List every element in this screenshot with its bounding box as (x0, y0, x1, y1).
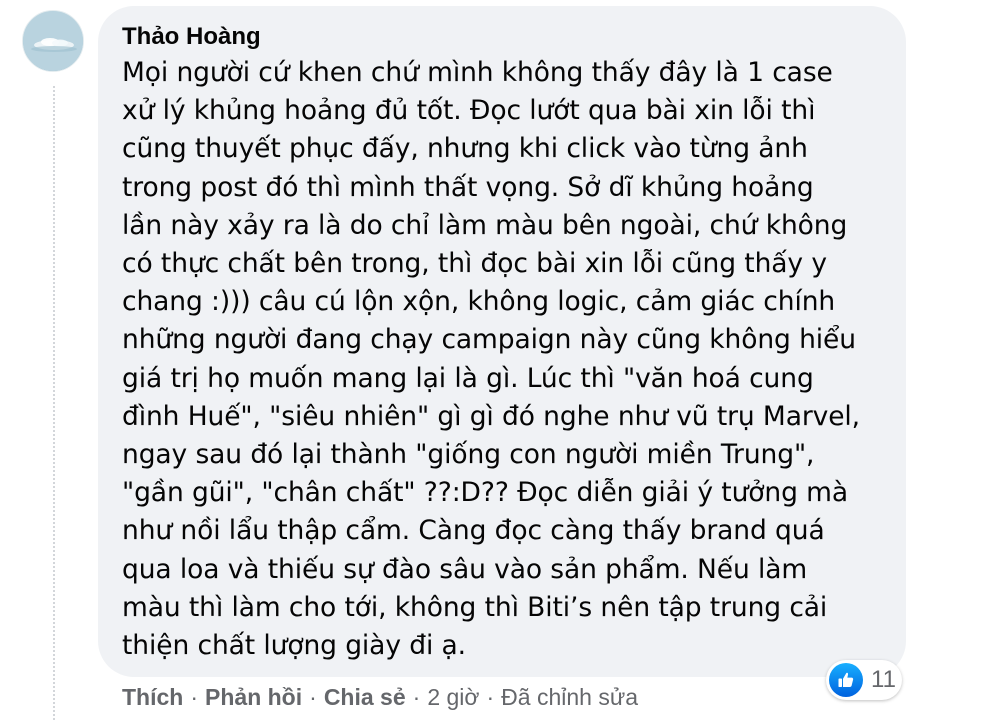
avatar-image (23, 11, 83, 71)
comment-thread: Thảo Hoàng Mọi người cứ khen chứ mình kh… (0, 0, 986, 720)
like-icon (829, 663, 863, 697)
comment-line: ngay sau đó lại thành "giống con người m… (122, 439, 815, 471)
separator: · (190, 683, 199, 710)
reaction-summary[interactable]: 11 (826, 660, 902, 700)
comment-line: trong post đó thì mình thất vọng. Sở dĩ … (122, 171, 814, 203)
thread-line (53, 86, 55, 720)
like-button[interactable]: Thích (122, 684, 183, 711)
comment-line: chang :))) câu cú lộn xộn, không logic, … (122, 286, 836, 318)
reply-button[interactable]: Phản hồi (205, 684, 302, 711)
comment-line: giá trị họ muốn mang lại là gì. Lúc thì … (122, 362, 814, 394)
author-name[interactable]: Thảo Hoàng (122, 22, 886, 52)
comment-line: cũng thuyết phục đấy, nhưng khi click và… (122, 133, 808, 165)
comment-bubble: Thảo Hoàng Mọi người cứ khen chứ mình kh… (98, 6, 906, 677)
reaction-count: 11 (871, 666, 896, 693)
edited-label[interactable]: Đã chỉnh sửa (501, 684, 638, 711)
share-button[interactable]: Chia sẻ (324, 684, 406, 711)
separator: · (486, 683, 495, 710)
avatar[interactable] (22, 10, 84, 72)
comment-line: thiện chất lượng giày đi ạ. (122, 630, 466, 662)
separator: · (412, 683, 421, 710)
comment-line: xử lý khủng hoảng đủ tốt. Đọc lướt qua b… (122, 95, 816, 127)
comment-line: đình Huế", "siêu nhiên" gì gì đó nghe nh… (122, 400, 861, 432)
comment-actions: Thích · Phản hồi · Chia sẻ · 2 giờ · Đã … (122, 681, 638, 713)
comment-line: Mọi người cứ khen chứ mình không thấy đâ… (122, 57, 833, 88)
comment-line: màu thì làm cho tới, không thì Biti’s nê… (122, 591, 828, 623)
comment-line: những người đang chạy campaign này cũng … (122, 324, 856, 356)
comment-line: như nồi lẩu thập cẩm. Càng đọc càng thấy… (122, 515, 825, 547)
comment-line: lần này xảy ra là do chỉ làm màu bên ngo… (122, 209, 848, 241)
comment-line: có thực chất bên trong, thì đọc bài xin … (122, 248, 827, 280)
comment-line: "gần gũi", "chân chất" ??:D?? Đọc diễn g… (122, 477, 848, 509)
comment-text: Mọi người cứ khen chứ mình không thấy đâ… (122, 54, 886, 665)
timestamp-link[interactable]: 2 giờ (427, 684, 479, 711)
comment-line: qua loa và thiếu sự đào sâu vào sản phẩm… (122, 553, 808, 585)
separator: · (309, 683, 317, 710)
